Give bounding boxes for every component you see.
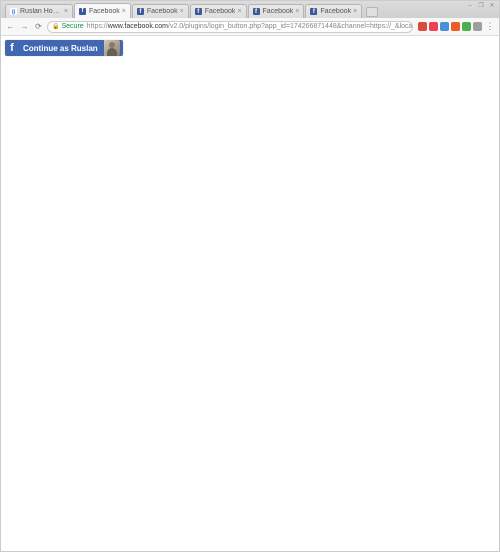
tab-close-icon[interactable]: × [295,8,299,15]
tab-close-icon[interactable]: × [353,8,357,15]
tab-title: Facebook [263,8,294,15]
tab-title: Facebook [147,8,178,15]
address-bar[interactable]: 🔒 Secure https:// www.facebook.com /v2.0… [47,21,413,33]
tab-title: Facebook [205,8,236,15]
browser-window: gRuslan Honkin×fFacebook×fFacebook×fFace… [0,0,500,552]
ext-gray-icon[interactable] [473,22,482,31]
avatar [104,40,120,56]
tab-close-icon[interactable]: × [64,8,68,15]
favicon-icon: f [310,8,317,15]
favicon-icon: g [10,8,17,15]
url-host: www.facebook.com [108,23,168,30]
new-tab-button[interactable] [366,7,378,17]
tab-3[interactable]: fFacebook× [190,4,247,18]
tab-strip: gRuslan Honkin×fFacebook×fFacebook×fFace… [1,1,499,18]
ext-adblock-icon[interactable] [451,22,460,31]
ext-pocket-icon[interactable] [429,22,438,31]
tab-close-icon[interactable]: × [180,8,184,15]
toolbar: ← → ⟳ 🔒 Secure https:// www.facebook.com… [1,18,499,36]
facebook-icon: f [5,40,19,56]
favicon-icon: f [253,8,260,15]
tab-2[interactable]: fFacebook× [132,4,189,18]
back-button[interactable]: ← [5,21,16,32]
tab-close-icon[interactable]: × [122,8,126,15]
tab-close-icon[interactable]: × [237,8,241,15]
url-scheme: https:// [87,23,108,30]
tab-title: Facebook [89,8,120,15]
ext-green-icon[interactable] [462,22,471,31]
url-path: /v2.0/plugins/login_button.php?app_id=17… [168,23,413,30]
secure-label: Secure [61,23,83,30]
window-minimize[interactable]: – [465,2,475,10]
page-content: f Continue as Ruslan [1,36,499,551]
secure-indicator: 🔒 Secure [52,23,84,30]
extension-icons [416,22,482,31]
forward-button[interactable]: → [19,21,30,32]
window-maximize[interactable]: ❐ [476,2,486,10]
window-controls: – ❐ ✕ [465,2,497,10]
tab-1[interactable]: fFacebook× [74,3,131,18]
tab-4[interactable]: fFacebook× [248,4,305,18]
lock-icon: 🔒 [52,23,59,30]
tab-title: Ruslan Honkin [20,8,62,15]
favicon-icon: f [195,8,202,15]
tab-5[interactable]: fFacebook× [305,4,362,18]
menu-button[interactable]: ⋮ [485,22,495,32]
reload-button[interactable]: ⟳ [33,21,44,32]
window-close[interactable]: ✕ [487,2,497,10]
favicon-icon: f [137,8,144,15]
ext-red-icon[interactable] [418,22,427,31]
favicon-icon: f [79,8,86,15]
tab-title: Facebook [320,8,351,15]
tab-0[interactable]: gRuslan Honkin× [5,4,73,18]
ext-blue-icon[interactable] [440,22,449,31]
facebook-continue-button[interactable]: f Continue as Ruslan [5,40,123,56]
facebook-continue-label: Continue as Ruslan [19,44,102,53]
